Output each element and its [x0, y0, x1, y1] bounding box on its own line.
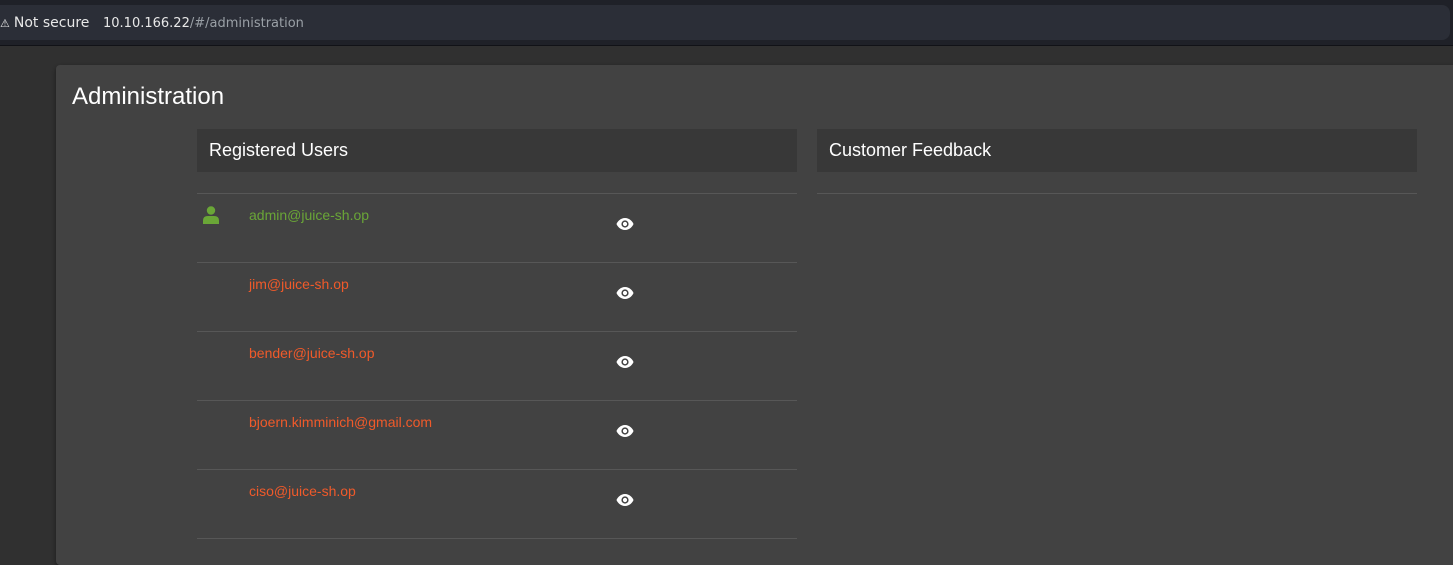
user-row: bender@juice-sh.op: [197, 332, 797, 401]
user-email: admin@juice-sh.op: [249, 207, 370, 223]
divider: [197, 172, 797, 194]
eye-icon[interactable]: [616, 493, 634, 507]
person-icon: [203, 206, 219, 224]
url-host: 10.10.166.22: [103, 15, 190, 31]
page-content: Administration Registered Users admin@ju…: [0, 47, 1453, 565]
divider: [817, 172, 1417, 194]
user-email: jim@juice-sh.op: [249, 276, 349, 292]
eye-icon[interactable]: [616, 424, 634, 438]
eye-icon[interactable]: [616, 286, 634, 300]
url-text[interactable]: 10.10.166.22/#/administration: [103, 13, 304, 33]
registered-users-header: Registered Users: [197, 129, 797, 172]
page-title: Administration: [72, 83, 225, 110]
user-row: admin@juice-sh.op: [197, 194, 797, 263]
customer-feedback-panel: Customer Feedback: [817, 129, 1417, 194]
user-email: ciso@juice-sh.op: [249, 483, 356, 499]
security-indicator[interactable]: ⚠ Not secure: [0, 13, 89, 33]
security-label: Not secure: [13, 15, 90, 31]
browser-toolbar: ⚠ Not secure 10.10.166.22/#/administrati…: [0, 0, 1453, 46]
customer-feedback-header: Customer Feedback: [817, 129, 1417, 172]
url-path: /#/administration: [189, 15, 304, 31]
user-row: ciso@juice-sh.op: [197, 470, 797, 539]
registered-users-panel: Registered Users admin@juice-sh.op jim@ju…: [197, 129, 797, 539]
user-row: bjoern.kimminich@gmail.com: [197, 401, 797, 470]
warning-icon: ⚠: [0, 16, 10, 30]
user-row: jim@juice-sh.op: [197, 263, 797, 332]
user-email: bjoern.kimminich@gmail.com: [249, 414, 433, 430]
user-list: admin@juice-sh.op jim@juice-sh.op bender@j…: [197, 194, 797, 539]
eye-icon[interactable]: [616, 355, 634, 369]
user-email: bender@juice-sh.op: [249, 345, 375, 361]
administration-card: Administration Registered Users admin@ju…: [56, 65, 1453, 565]
eye-icon[interactable]: [616, 217, 634, 231]
